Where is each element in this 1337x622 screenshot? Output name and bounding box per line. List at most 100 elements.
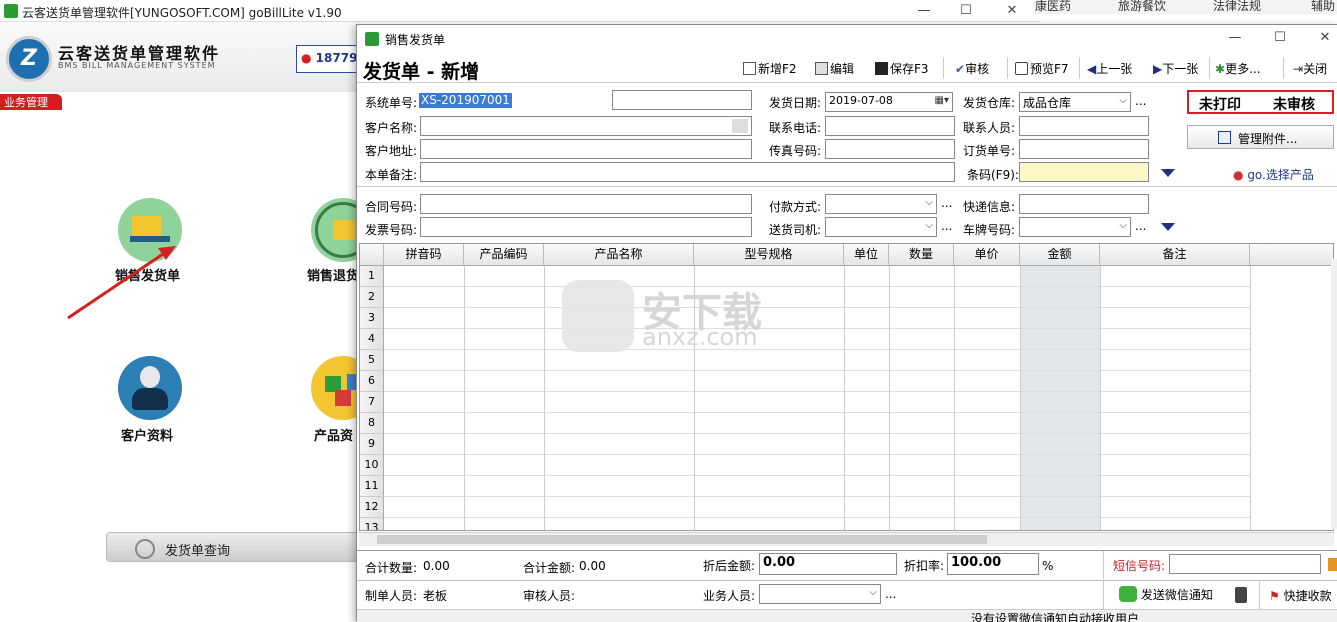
- dialog-header: 发货单 - 新增 新增F2 编辑 保存F3 ✔审核 预览F7 ◀上一张 ▶下一张…: [357, 53, 1337, 83]
- grid-header: 拼音码 产品编码 产品名称 型号规格 单位 数量 单价 金额 备注: [360, 244, 1333, 266]
- more-button[interactable]: ✱更多...: [1215, 60, 1261, 78]
- sales-delivery-dialog: 销售发货单 — ☐ ✕ 发货单 - 新增 新增F2 编辑 保存F3 ✔审核 预览…: [356, 24, 1337, 622]
- chevron-down-icon: ⌵: [925, 197, 933, 208]
- row-number[interactable]: 6: [360, 371, 384, 392]
- next-button[interactable]: ▶下一张: [1153, 60, 1198, 78]
- row-number[interactable]: 3: [360, 308, 384, 329]
- plate-select[interactable]: ⌵: [1019, 217, 1131, 237]
- preview-button[interactable]: 预览F7: [1015, 60, 1069, 78]
- row-number[interactable]: 8: [360, 413, 384, 434]
- edit-button[interactable]: 编辑: [815, 60, 854, 78]
- invoice-label: 发票号码:: [365, 223, 418, 237]
- express-field[interactable]: [1019, 194, 1149, 214]
- chevron-down-icon: ⌵: [1119, 220, 1127, 231]
- dialog-close-icon[interactable]: ✕: [1315, 30, 1335, 45]
- col-header[interactable]: 单位: [844, 244, 889, 266]
- dialog-title: 销售发货单: [385, 33, 446, 47]
- horizontal-scrollbar[interactable]: [359, 532, 1334, 546]
- phone-icon[interactable]: [1235, 587, 1247, 603]
- col-header[interactable]: 数量: [889, 244, 954, 266]
- warehouse-more-button[interactable]: ...: [1135, 94, 1146, 108]
- driver-select[interactable]: ⌵: [825, 217, 937, 237]
- discount-rate-field[interactable]: 100.00: [947, 553, 1039, 575]
- manage-attachments-button[interactable]: 管理附件...: [1187, 125, 1334, 149]
- staff-bar: 制单人员: 老板 审核人员: 业务人员: ⌵ ... 发送微信通知 ⚑ 快捷收款: [357, 580, 1337, 611]
- watermark-shield-icon: [562, 280, 634, 352]
- column-line: [889, 266, 890, 530]
- col-header[interactable]: 型号规格: [694, 244, 844, 266]
- sys-no-value[interactable]: XS-201907001: [419, 93, 512, 108]
- attachment-icon: [1218, 131, 1231, 144]
- edit-icon: [815, 62, 828, 75]
- expand-triangle-icon[interactable]: [1161, 169, 1175, 177]
- close-button[interactable]: ⇥关闭: [1293, 60, 1327, 78]
- discounted-label: 折后金额:: [703, 559, 756, 573]
- row-number[interactable]: 13: [360, 518, 384, 530]
- customer-dropdown-icon[interactable]: [732, 119, 748, 133]
- sys-no-extra-field[interactable]: [612, 90, 752, 110]
- barcode-field[interactable]: [1019, 162, 1149, 182]
- driver-more-button[interactable]: ...: [941, 219, 952, 233]
- product-grid[interactable]: 拼音码 产品编码 产品名称 型号规格 单位 数量 单价 金额 备注 123456…: [359, 243, 1334, 531]
- col-header[interactable]: 产品名称: [544, 244, 694, 266]
- fax-field[interactable]: [825, 139, 955, 159]
- row-number[interactable]: 11: [360, 476, 384, 497]
- sales-more-button[interactable]: ...: [885, 587, 896, 601]
- row-line: [384, 454, 1250, 455]
- contact-field[interactable]: [1019, 116, 1149, 136]
- dialog-minimize-icon[interactable]: —: [1225, 30, 1245, 45]
- choose-product-link[interactable]: ● go.选择产品: [1233, 166, 1314, 183]
- column-line: [1020, 266, 1021, 530]
- remark-field[interactable]: [420, 162, 955, 182]
- column-line: [464, 266, 465, 530]
- customer-field[interactable]: [420, 116, 752, 136]
- amount-column-bg: [1020, 266, 1100, 530]
- phone-field[interactable]: [825, 116, 955, 136]
- toolbar-divider: [1283, 57, 1284, 79]
- auditor-label: 审核人员:: [523, 589, 576, 603]
- expand-triangle-icon[interactable]: [1161, 223, 1175, 231]
- col-header[interactable]: 备注: [1100, 244, 1250, 266]
- wechat-icon: [1119, 586, 1137, 602]
- calendar-icon[interactable]: ▦▾: [935, 95, 949, 106]
- row-number[interactable]: 12: [360, 497, 384, 518]
- row-number[interactable]: 5: [360, 350, 384, 371]
- wechat-notify-button[interactable]: 发送微信通知: [1119, 586, 1213, 603]
- row-number[interactable]: 2: [360, 287, 384, 308]
- sms-icon[interactable]: [1328, 558, 1337, 571]
- col-header[interactable]: 金额: [1020, 244, 1100, 266]
- total-qty-value: 0.00: [423, 559, 450, 573]
- vertical-scrollbar[interactable]: [1331, 259, 1337, 529]
- col-header[interactable]: 拼音码: [384, 244, 464, 266]
- dialog-maximize-icon[interactable]: ☐: [1270, 30, 1290, 45]
- row-number[interactable]: 1: [360, 266, 384, 287]
- address-field[interactable]: [420, 139, 752, 159]
- grid-corner: [360, 244, 384, 266]
- order-no-field[interactable]: [1019, 139, 1149, 159]
- col-header[interactable]: 单价: [954, 244, 1020, 266]
- row-line: [384, 328, 1250, 329]
- audit-button[interactable]: ✔审核: [955, 60, 989, 78]
- quick-payment-button[interactable]: ⚑ 快捷收款: [1269, 587, 1332, 604]
- delivery-date-label: 发货日期:: [769, 96, 822, 110]
- delivery-date-field[interactable]: 2019-07-08 ▦▾: [825, 92, 953, 112]
- col-header[interactable]: 产品编码: [464, 244, 544, 266]
- save-button[interactable]: 保存F3: [875, 60, 929, 78]
- sms-field[interactable]: [1169, 554, 1321, 574]
- row-number[interactable]: 4: [360, 329, 384, 350]
- contract-field[interactable]: [420, 194, 752, 214]
- invoice-field[interactable]: [420, 217, 752, 237]
- sales-select[interactable]: ⌵: [759, 584, 881, 604]
- scroll-thumb[interactable]: [377, 535, 987, 544]
- payment-select[interactable]: ⌵: [825, 194, 937, 214]
- row-number[interactable]: 9: [360, 434, 384, 455]
- row-number[interactable]: 7: [360, 392, 384, 413]
- warehouse-select[interactable]: 成品仓库 ⌵: [1019, 92, 1131, 112]
- prev-button[interactable]: ◀上一张: [1087, 60, 1132, 78]
- row-number[interactable]: 10: [360, 455, 384, 476]
- payment-more-button[interactable]: ...: [941, 196, 952, 210]
- new-button[interactable]: 新增F2: [743, 60, 797, 78]
- discounted-field[interactable]: 0.00: [759, 553, 897, 575]
- payment-label: 付款方式:: [769, 200, 822, 214]
- plate-more-button[interactable]: ...: [1135, 219, 1146, 233]
